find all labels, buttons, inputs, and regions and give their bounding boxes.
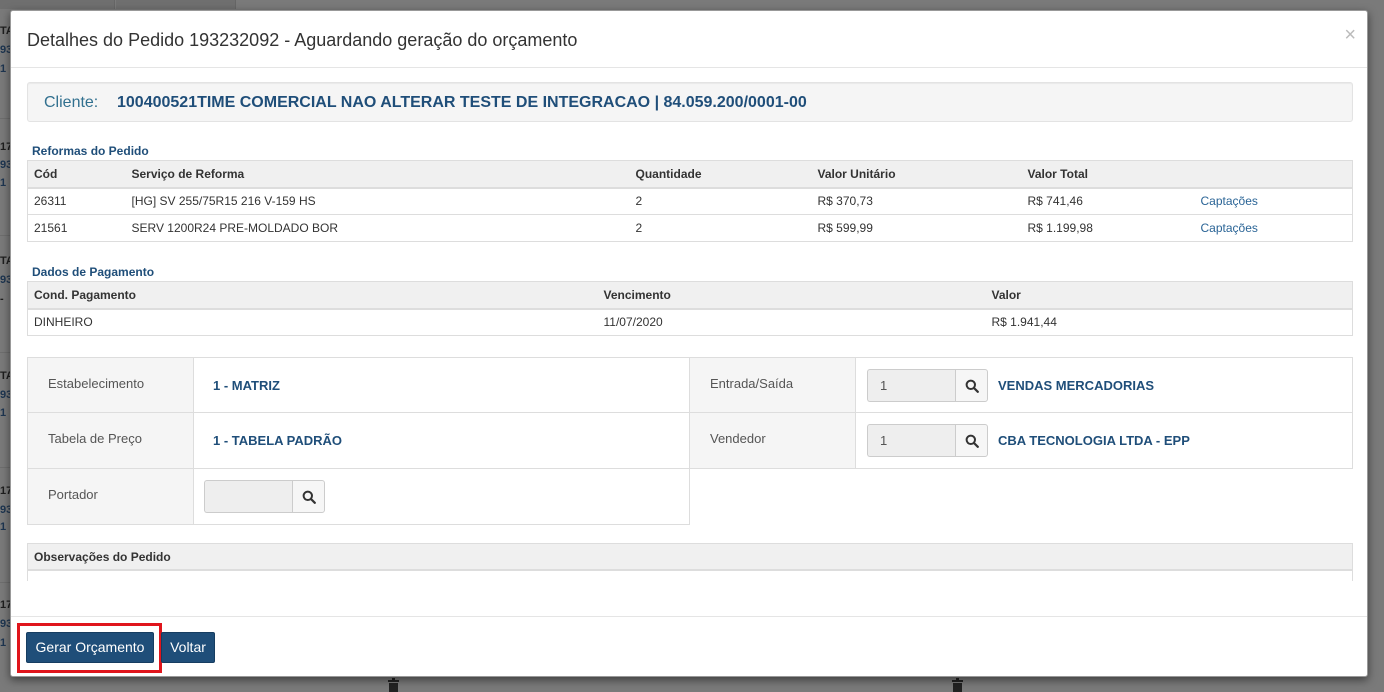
search-icon [965,434,979,448]
vendedor-input-group: 1 CBA TECNOLOGIA LTDA - EPP [867,424,1190,457]
background-tab [116,0,236,9]
cell-valor-unitario: R$ 599,99 [811,214,1022,242]
observacoes-header: Observações do Pedido [27,543,1353,571]
modal-footer-divider [11,616,1367,617]
table-header-row: Cond. Pagamento Vencimento Valor [27,281,1353,310]
observacoes-body [27,571,1353,581]
table-row: 21561 SERV 1200R24 PRE-MOLDADO BOR 2 R$ … [27,214,1353,242]
close-icon[interactable]: × [1344,25,1356,45]
estabelecimento-field: 1 - MATRIZ [193,357,690,413]
entrada-saida-search-button[interactable] [955,369,988,402]
client-value: 100400521TIME COMERCIAL NAO ALTERAR TEST… [117,94,807,111]
cell-quantidade: 2 [629,187,812,215]
portador-search-button[interactable] [292,480,325,513]
cell-servico: [HG] SV 255/75R15 216 V-159 HS [125,187,630,215]
column-header-cod: Cód [27,160,126,189]
modal-title: Detalhes do Pedido 193232092 - Aguardand… [27,30,578,50]
portador-code-input[interactable] [204,480,292,513]
cell-cond-pagamento: DINHEIRO [27,308,598,336]
modal-header: Detalhes do Pedido 193232092 - Aguardand… [11,11,1367,68]
vendedor-label: Vendedor [689,412,856,469]
cell-cod: 21561 [27,214,126,242]
reformas-section-title: Reformas do Pedido [32,144,149,158]
cell-valor-total: R$ 1.199,98 [1021,214,1195,242]
vendedor-search-button[interactable] [955,424,988,457]
portador-input-group [204,480,325,513]
order-details-modal: Detalhes do Pedido 193232092 - Aguardand… [10,10,1368,677]
table-row: DINHEIRO 11/07/2020 R$ 1.941,44 [27,308,1353,336]
background-tab [0,0,115,9]
entrada-saida-field: 1 VENDAS MERCADORIAS [855,357,1353,413]
pagamento-table: Cond. Pagamento Vencimento Valor DINHEIR… [27,281,1353,336]
estabelecimento-value: 1 - MATRIZ [213,378,280,393]
vendedor-field: 1 CBA TECNOLOGIA LTDA - EPP [855,412,1353,469]
entrada-saida-code-input[interactable]: 1 [867,369,955,402]
pagamento-section-title: Dados de Pagamento [32,265,155,279]
cell-servico: SERV 1200R24 PRE-MOLDADO BOR [125,214,630,242]
column-header-quantidade: Quantidade [629,160,812,189]
column-header-acoes [1194,160,1353,189]
column-header-vencimento: Vencimento [597,281,986,310]
vendedor-code-input[interactable]: 1 [867,424,955,457]
tabela-preco-value: 1 - TABELA PADRÃO [213,433,343,448]
entrada-saida-input-group: 1 VENDAS MERCADORIAS [867,369,1154,402]
cell-cod: 26311 [27,187,126,215]
gerar-orcamento-button[interactable]: Gerar Orçamento [26,632,154,663]
cell-valor: R$ 1.941,44 [985,308,1353,336]
cell-valor-unitario: R$ 370,73 [811,187,1022,215]
estabelecimento-label: Estabelecimento [27,357,194,413]
cell-vencimento: 11/07/2020 [597,308,986,336]
reformas-table: Cód Serviço de Reforma Quantidade Valor … [27,160,1353,242]
table-header-row: Cód Serviço de Reforma Quantidade Valor … [27,160,1353,189]
captacoes-link[interactable]: Captações [1201,194,1258,208]
search-icon [965,379,979,393]
captacoes-link[interactable]: Captações [1201,221,1258,235]
entrada-saida-label: Entrada/Saída [689,357,856,413]
search-icon [302,490,316,504]
trash-icon[interactable] [387,678,400,692]
column-header-cond-pagamento: Cond. Pagamento [27,281,598,310]
column-header-valor-unitario: Valor Unitário [811,160,1022,189]
table-row: 26311 [HG] SV 255/75R15 216 V-159 HS 2 R… [27,187,1353,215]
portador-field [193,468,690,525]
tabela-preco-label: Tabela de Preço [27,412,194,469]
column-header-valor: Valor [985,281,1353,310]
column-header-servico: Serviço de Reforma [125,160,630,189]
cell-valor-total: R$ 741,46 [1021,187,1195,215]
cell-quantidade: 2 [629,214,812,242]
column-header-valor-total: Valor Total [1021,160,1195,189]
client-info-box: Cliente: 100400521TIME COMERCIAL NAO ALT… [27,82,1353,122]
entrada-saida-description: VENDAS MERCADORIAS [998,378,1155,393]
tabela-preco-field: 1 - TABELA PADRÃO [193,412,690,469]
client-label: Cliente: [44,94,99,111]
trash-icon[interactable] [951,678,964,692]
vendedor-description: CBA TECNOLOGIA LTDA - EPP [998,433,1190,448]
portador-label: Portador [27,468,194,525]
voltar-button[interactable]: Voltar [161,632,215,663]
